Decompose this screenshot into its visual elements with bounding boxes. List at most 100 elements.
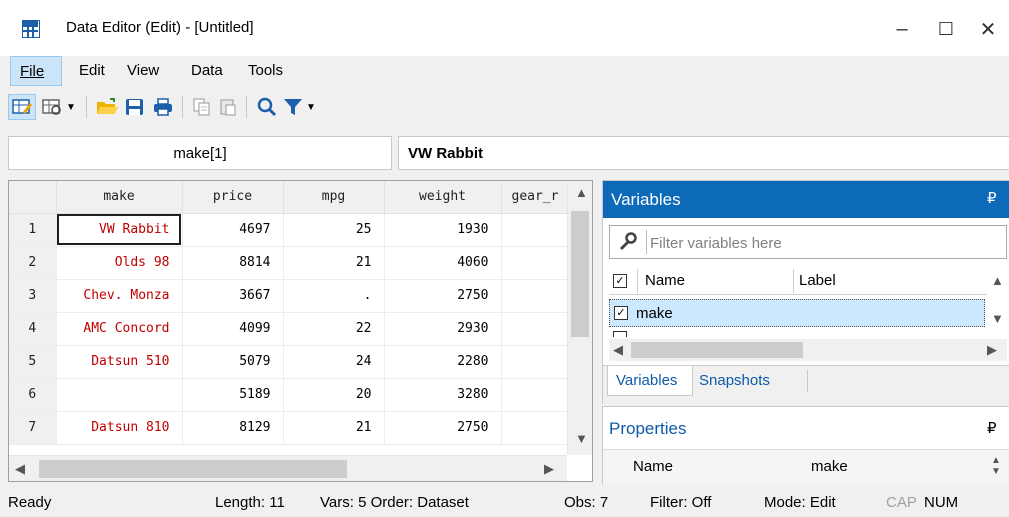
cell-gear-ratio[interactable] <box>501 378 572 412</box>
cell-gear-ratio[interactable] <box>501 279 572 313</box>
toolbar-separator <box>246 96 247 118</box>
column-header-make[interactable]: make <box>56 181 183 214</box>
cell-weight[interactable]: 3280 <box>384 378 502 412</box>
variable-checkbox[interactable]: ✓ <box>614 306 628 320</box>
menu-data[interactable]: Data <box>191 62 223 79</box>
vertical-scrollbar[interactable]: ▲ ▼ <box>567 181 592 455</box>
cell-price[interactable]: 3667 <box>182 279 284 313</box>
edit-mode-icon[interactable] <box>8 94 36 120</box>
cell-mpg[interactable]: 24 <box>283 345 385 379</box>
tab-variables[interactable]: Variables <box>607 366 693 396</box>
cell-weight[interactable]: 2280 <box>384 345 502 379</box>
cell-price[interactable]: 8814 <box>182 246 284 280</box>
corner-header[interactable] <box>9 181 57 214</box>
chevron-down-icon[interactable]: ▼ <box>64 94 78 120</box>
print-icon[interactable] <box>150 94 176 120</box>
cell-weight[interactable]: 2750 <box>384 411 502 445</box>
scroll-thumb[interactable] <box>631 342 803 358</box>
cell-gear-ratio[interactable] <box>501 213 572 247</box>
tab-snapshots[interactable]: Snapshots <box>699 372 770 389</box>
menu-tools[interactable]: Tools <box>248 62 283 79</box>
cell-make[interactable]: Chev. Monza <box>56 279 183 313</box>
cell-make[interactable]: Olds 98 <box>56 246 183 280</box>
open-icon[interactable] <box>94 94 120 120</box>
pin-icon[interactable]: ₽ <box>987 189 997 207</box>
cell-mpg[interactable]: 25 <box>283 213 385 247</box>
window-title: Data Editor (Edit) - [Untitled] <box>66 19 254 36</box>
column-header-mpg[interactable]: mpg <box>283 181 385 214</box>
row-number[interactable]: 7 <box>9 411 57 445</box>
scroll-up-icon[interactable]: ▲ <box>575 185 588 200</box>
column-header-gear-ratio[interactable]: gear_r <box>501 181 572 214</box>
cell-reference-box[interactable]: make[1] <box>8 136 392 170</box>
filter-icon[interactable] <box>282 94 304 120</box>
cell-make[interactable]: Datsun 510 <box>56 345 183 379</box>
expand-collapse-icon[interactable]: ▲ ▼ <box>991 455 1001 477</box>
scroll-thumb[interactable] <box>39 460 347 478</box>
maximize-button[interactable]: ☐ <box>926 12 966 46</box>
cell-mpg[interactable]: 21 <box>283 411 385 445</box>
cell-weight[interactable]: 2930 <box>384 312 502 346</box>
scroll-left-icon[interactable]: ◀ <box>613 342 623 358</box>
cell-gear-ratio[interactable] <box>501 411 572 445</box>
scroll-up-icon[interactable]: ▲ <box>991 273 1004 288</box>
pin-icon[interactable]: ₽ <box>987 419 997 437</box>
cell-mpg[interactable]: . <box>283 279 385 313</box>
row-number[interactable]: 5 <box>9 345 57 379</box>
chevron-down-icon[interactable]: ▼ <box>304 94 318 120</box>
minimize-button[interactable]: – <box>882 12 922 46</box>
variable-row-make[interactable]: ✓ make <box>609 299 985 327</box>
variables-hscrollbar[interactable]: ◀ ▶ <box>609 339 1007 361</box>
find-icon[interactable] <box>254 94 280 120</box>
select-all-checkbox[interactable]: ✓ <box>613 274 627 288</box>
scroll-right-icon[interactable]: ▶ <box>987 342 997 358</box>
cell-make[interactable] <box>56 378 183 412</box>
scroll-down-icon[interactable]: ▼ <box>991 311 1004 326</box>
row-number[interactable]: 2 <box>9 246 57 280</box>
browse-mode-icon[interactable] <box>40 94 64 120</box>
cell-price[interactable]: 4697 <box>182 213 284 247</box>
cell-weight[interactable]: 2750 <box>384 279 502 313</box>
filter-variables-input[interactable] <box>650 232 990 254</box>
column-header-label[interactable]: Label <box>799 272 836 289</box>
copy-icon[interactable] <box>190 94 214 120</box>
cell-value-field[interactable]: VW Rabbit <box>398 136 1009 170</box>
cell-make[interactable]: AMC Concord <box>56 312 183 346</box>
cell-mpg[interactable]: 21 <box>283 246 385 280</box>
menu-view[interactable]: View <box>127 62 159 79</box>
cell-weight[interactable]: 4060 <box>384 246 502 280</box>
row-number[interactable]: 1 <box>9 213 57 247</box>
cell-make[interactable]: VW Rabbit <box>56 213 183 247</box>
menu-edit[interactable]: Edit <box>79 62 105 79</box>
property-value[interactable]: make <box>811 458 848 475</box>
scroll-thumb[interactable] <box>571 211 589 337</box>
cell-make[interactable]: Datsun 810 <box>56 411 183 445</box>
menu-file[interactable]: File <box>10 56 62 86</box>
cell-mpg[interactable]: 22 <box>283 312 385 346</box>
row-number[interactable]: 3 <box>9 279 57 313</box>
scroll-left-icon[interactable]: ◀ <box>15 461 25 477</box>
cell-weight[interactable]: 1930 <box>384 213 502 247</box>
cell-price[interactable]: 5079 <box>182 345 284 379</box>
close-button[interactable]: ✕ <box>968 12 1008 46</box>
cell-mpg[interactable]: 20 <box>283 378 385 412</box>
status-length: Length: 11 <box>215 494 285 511</box>
cell-gear-ratio[interactable] <box>501 246 572 280</box>
cell-price[interactable]: 8129 <box>182 411 284 445</box>
scroll-right-icon[interactable]: ▶ <box>544 461 554 477</box>
column-header-name[interactable]: Name <box>645 272 685 289</box>
horizontal-scrollbar[interactable]: ◀ ▶ <box>9 455 567 481</box>
cell-gear-ratio[interactable] <box>501 345 572 379</box>
header-divider <box>637 269 638 293</box>
cell-price[interactable]: 5189 <box>182 378 284 412</box>
scroll-down-icon[interactable]: ▼ <box>575 431 588 446</box>
row-number[interactable]: 4 <box>9 312 57 346</box>
paste-icon[interactable] <box>216 94 240 120</box>
cell-price[interactable]: 4099 <box>182 312 284 346</box>
column-header-price[interactable]: price <box>182 181 284 214</box>
cell-gear-ratio[interactable] <box>501 312 572 346</box>
property-key: Name <box>633 458 674 475</box>
column-header-weight[interactable]: weight <box>384 181 502 214</box>
save-icon[interactable] <box>122 94 148 120</box>
row-number[interactable]: 6 <box>9 378 57 412</box>
